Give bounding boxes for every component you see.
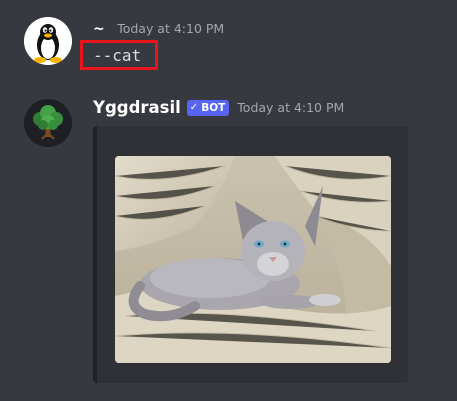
embed-image[interactable] bbox=[115, 156, 391, 363]
linux-penguin-icon bbox=[24, 17, 72, 65]
cat-photo bbox=[115, 156, 391, 363]
user-avatar[interactable] bbox=[24, 17, 72, 65]
message-content: --cat bbox=[80, 40, 158, 70]
message-header: ~ Today at 4:10 PM bbox=[93, 21, 224, 37]
username[interactable]: ~ bbox=[93, 21, 105, 37]
check-icon: ✓ bbox=[189, 101, 199, 113]
timestamp: Today at 4:10 PM bbox=[117, 21, 225, 36]
tree-icon bbox=[24, 99, 72, 147]
message-header: Yggdrasil ✓ BOT Today at 4:10 PM bbox=[93, 98, 344, 117]
bot-badge: ✓ BOT bbox=[186, 99, 230, 116]
command-text: --cat bbox=[93, 45, 142, 65]
username[interactable]: Yggdrasil bbox=[93, 98, 181, 117]
embed bbox=[93, 126, 408, 383]
bot-badge-label: BOT bbox=[201, 101, 226, 114]
timestamp: Today at 4:10 PM bbox=[237, 100, 345, 115]
bot-avatar[interactable] bbox=[24, 99, 72, 147]
